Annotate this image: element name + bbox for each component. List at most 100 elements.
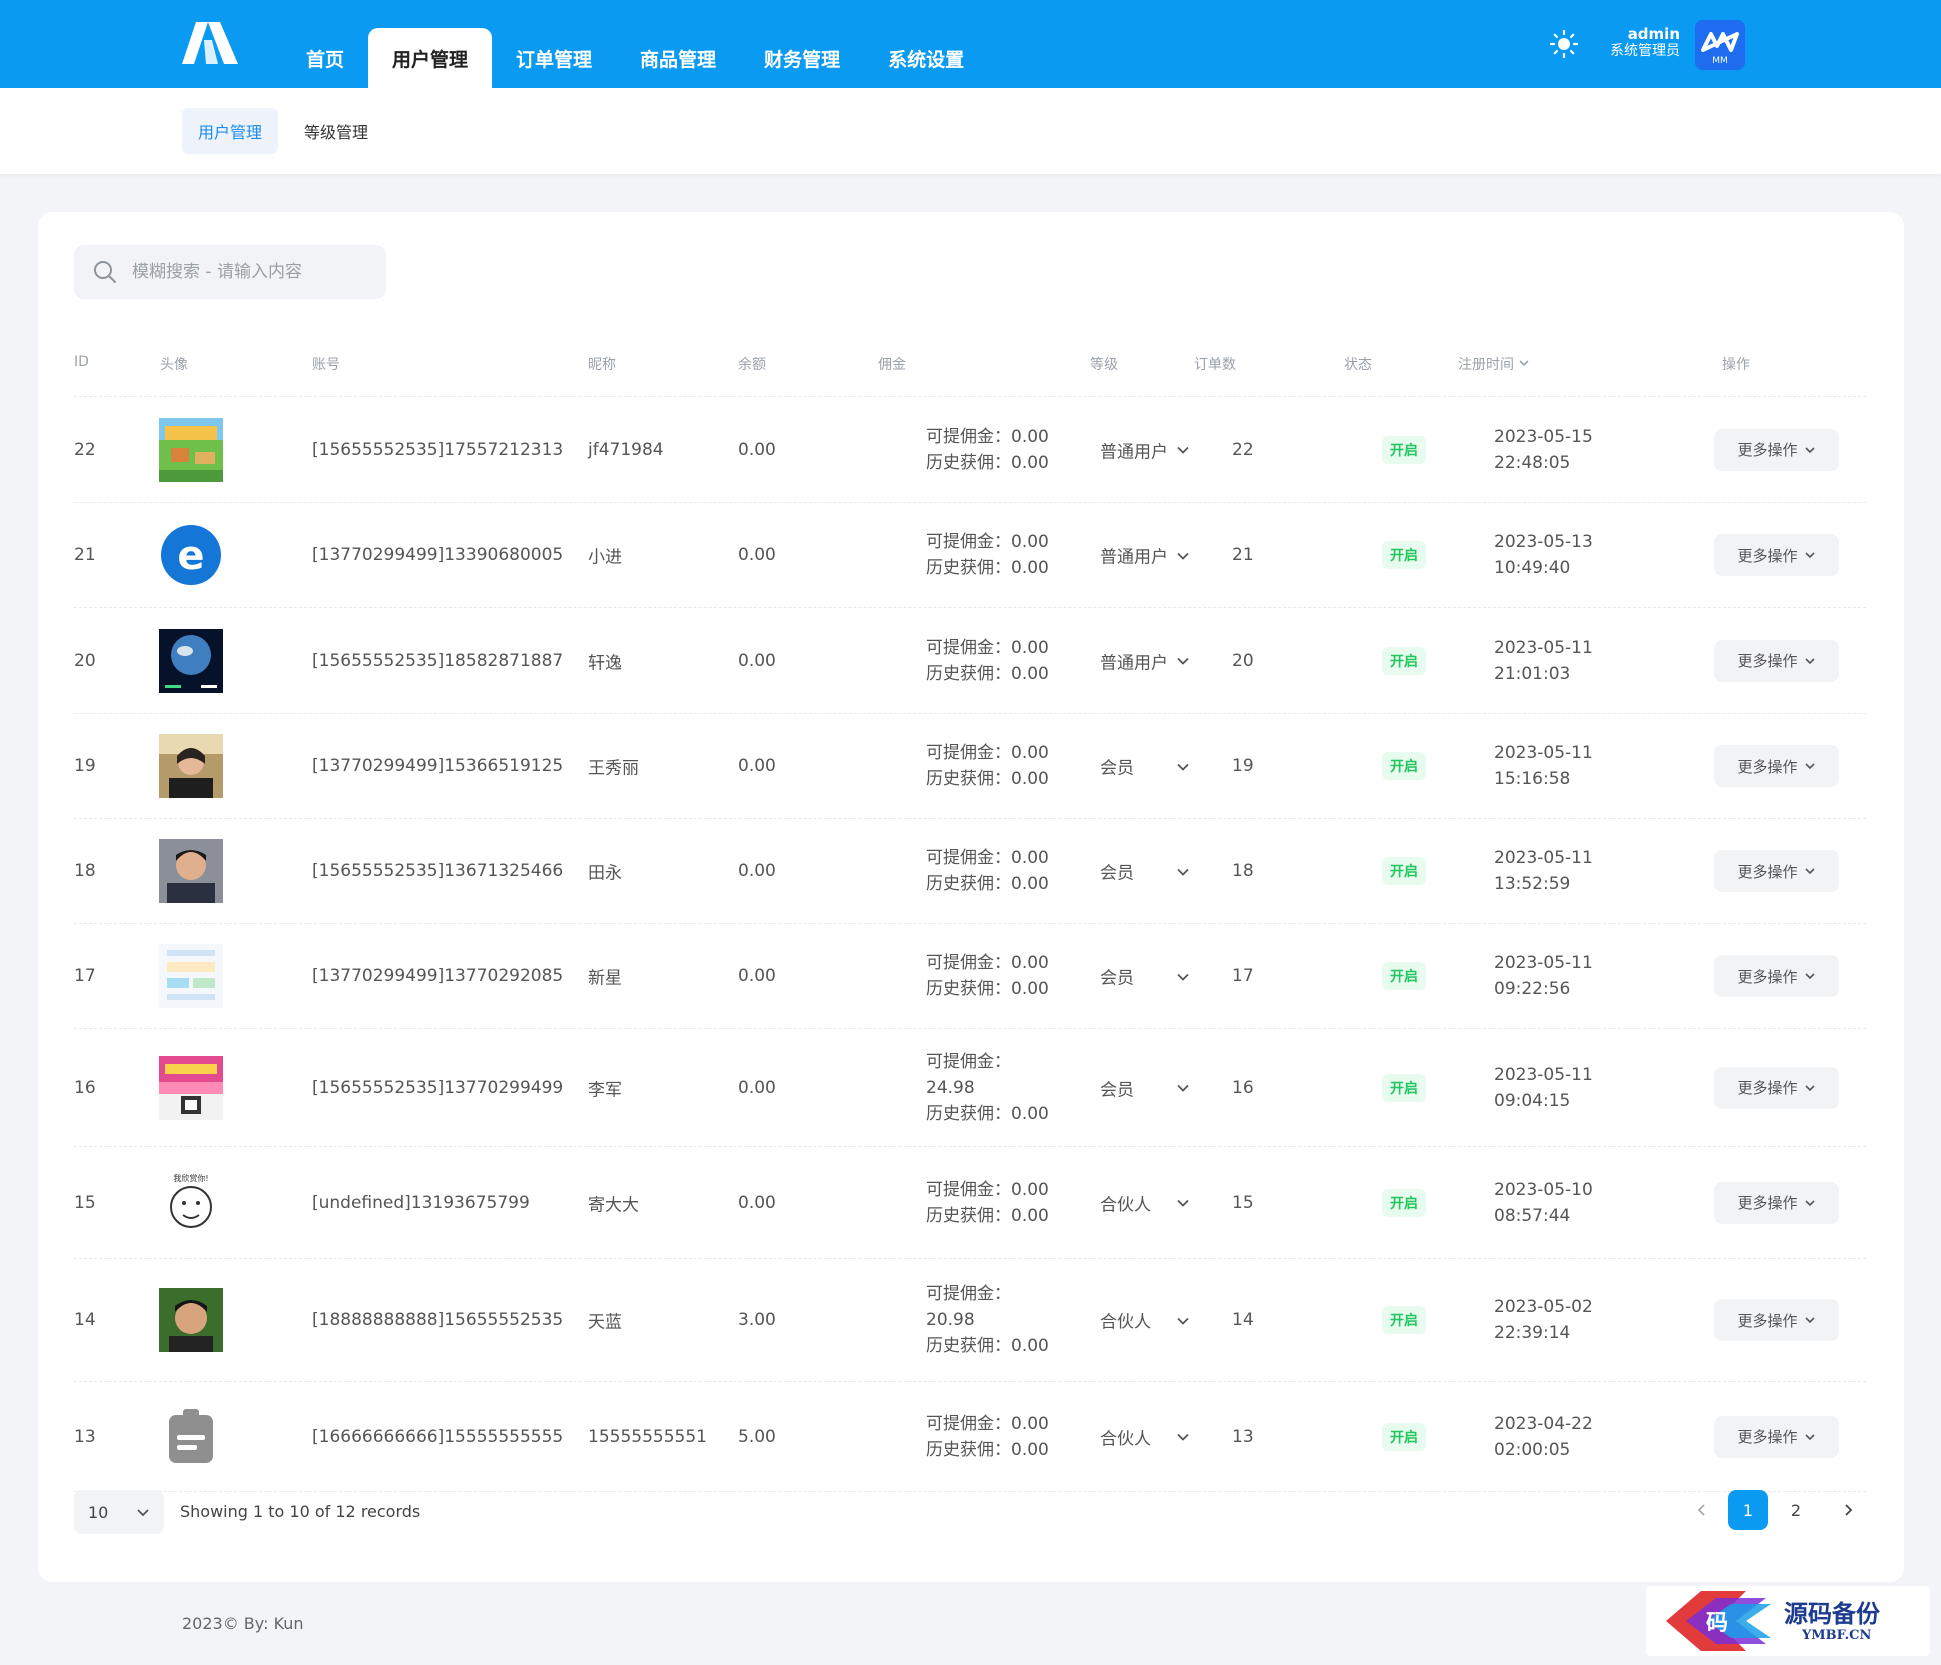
level-select[interactable]: 会员: [1100, 859, 1190, 884]
register-date-line: 2023-05-13: [1494, 532, 1593, 552]
more-actions-button[interactable]: 更多操作: [1714, 1299, 1839, 1341]
brand-logo-icon[interactable]: [182, 22, 238, 64]
nav-item-2[interactable]: 订单管理: [492, 28, 616, 88]
user-account: [18888888888]15655552535: [312, 1310, 564, 1330]
user-table-card: ID 头像 账号 昵称 余额 佣金 等级 订单数 状态 注册时间 操作 22 [1565555253…: [38, 212, 1904, 1582]
sort-chevron-down-icon[interactable]: [1518, 357, 1530, 369]
user-id: 13: [74, 1426, 96, 1447]
search-input[interactable]: [132, 262, 372, 282]
more-actions-label: 更多操作: [1737, 1194, 1798, 1212]
commission-line: 可提佣金：0.00: [926, 532, 1049, 552]
user-account: [16666666666]15555555555: [312, 1426, 564, 1447]
column-header-9[interactable]: 注册时间: [1458, 354, 1530, 374]
user-commission: 可提佣金：0.00 历史获佣：0.00: [926, 1177, 1066, 1229]
user-account: [15655552535]13770299499: [312, 1077, 564, 1098]
user-commission: 可提佣金： 20.98 历史获佣：0.00: [926, 1281, 1066, 1359]
subnav-level-management[interactable]: 等级管理: [288, 108, 384, 154]
subnav-user-management[interactable]: 用户管理: [182, 108, 279, 154]
level-select[interactable]: 合伙人: [1100, 1424, 1190, 1449]
user-avatar-meme-face[interactable]: 我欣赏你!: [159, 1170, 223, 1235]
register-clock-line: 21:01:03: [1494, 663, 1571, 684]
user-avatar-man-photo[interactable]: [159, 839, 223, 903]
user-avatar-default-avatar[interactable]: [159, 1404, 223, 1469]
nav-item-5[interactable]: 系统设置: [864, 28, 988, 88]
more-actions-button[interactable]: 更多操作: [1714, 428, 1839, 471]
table-row: 17 [13770299499]13770292085 新星 0.00 可提佣金：0.0…: [74, 924, 1866, 1029]
user-nickname: 田永: [588, 863, 622, 884]
user-avatar-screenshot-thumbnail[interactable]: [159, 944, 223, 1008]
nav-item-0[interactable]: 首页: [282, 28, 368, 88]
user-commission: 可提佣金：0.00 历史获佣：0.00: [926, 424, 1066, 476]
level-select[interactable]: 普通用户: [1100, 648, 1190, 673]
commission-line: 可提佣金：0.00: [926, 953, 1049, 973]
level-select[interactable]: 会员: [1100, 964, 1190, 989]
more-actions-button[interactable]: 更多操作: [1714, 955, 1839, 997]
user-avatar-game-thumbnail[interactable]: [159, 417, 223, 482]
watermark-emblem-icon: 码: [1666, 1591, 1771, 1651]
commission-line: 可提佣金：0.00: [926, 1413, 1049, 1434]
pagination-prev[interactable]: [1682, 1490, 1722, 1530]
column-header-2: 账号: [312, 354, 340, 374]
more-actions-button[interactable]: 更多操作: [1714, 1415, 1839, 1458]
column-header-7: 订单数: [1194, 354, 1236, 374]
user-nickname: 小进: [588, 547, 622, 568]
level-select[interactable]: 普通用户: [1100, 543, 1190, 568]
page-size-select[interactable]: 10: [74, 1490, 164, 1534]
search-box[interactable]: [74, 245, 386, 299]
commission-line: 历史获佣：0.00: [926, 663, 1049, 684]
nav-item-1[interactable]: 用户管理: [368, 28, 493, 88]
pagination-next[interactable]: [1828, 1490, 1868, 1530]
user-avatar-poster-thumbnail[interactable]: [159, 1055, 223, 1120]
chevron-down-icon: [1804, 552, 1815, 559]
user-commission: 可提佣金：0.00 历史获佣：0.00: [926, 950, 1066, 1002]
chevron-down-icon: [1804, 446, 1815, 453]
level-select[interactable]: 合伙人: [1100, 1190, 1190, 1215]
user-avatar-boy-photo[interactable]: [159, 1288, 223, 1352]
status-badge: 开启: [1382, 646, 1426, 675]
column-header-6: 等级: [1090, 354, 1118, 374]
user-balance: 0.00: [738, 545, 776, 565]
chevron-down-icon: [137, 1509, 149, 1517]
user-account: [13770299499]13390680005: [312, 545, 564, 565]
user-info[interactable]: admin 系统管理员: [1560, 26, 1680, 60]
status-badge: 开启: [1382, 857, 1426, 885]
user-id: 17: [74, 966, 96, 986]
user-avatar-earth-photo[interactable]: [159, 628, 223, 693]
user-avatar-woman-photo[interactable]: [159, 734, 223, 798]
main-nav: 首页 用户管理 订单管理 商品管理 财务管理 系统设置: [282, 28, 988, 88]
level-select[interactable]: 普通用户: [1100, 437, 1190, 462]
level-select[interactable]: 会员: [1100, 1075, 1190, 1100]
register-time: 2023-05-10 08:57:44: [1494, 1177, 1593, 1229]
svg-text:我欣赏你!: 我欣赏你!: [173, 1173, 208, 1183]
more-actions-button[interactable]: 更多操作: [1714, 850, 1839, 892]
register-clock-line: 13:52:59: [1494, 874, 1571, 894]
watermark-logo: 码 源码备份 YMBF.CN: [1646, 1586, 1930, 1656]
nav-item-3[interactable]: 商品管理: [616, 28, 740, 88]
user-nickname: 天蓝: [588, 1312, 622, 1333]
top-navbar: 首页 用户管理 订单管理 商品管理 财务管理 系统设置 admin 系统管理员 MM: [0, 0, 1941, 88]
user-avatar[interactable]: MM: [1695, 20, 1745, 70]
search-icon: [94, 261, 116, 283]
level-value: 会员: [1100, 863, 1134, 884]
more-actions-button[interactable]: 更多操作: [1714, 639, 1839, 682]
register-clock-line: 15:16:58: [1494, 769, 1571, 789]
user-nickname: 王秀丽: [588, 758, 639, 779]
more-actions-button[interactable]: 更多操作: [1714, 1181, 1839, 1224]
level-select[interactable]: 合伙人: [1100, 1308, 1190, 1333]
user-nickname: 15555555551: [588, 1426, 707, 1447]
more-actions-button[interactable]: 更多操作: [1714, 1066, 1839, 1109]
order-count: 22: [1232, 439, 1254, 460]
level-select[interactable]: 会员: [1100, 754, 1190, 779]
svg-text:e: e: [177, 533, 204, 579]
order-count: 15: [1232, 1192, 1254, 1213]
more-actions-button[interactable]: 更多操作: [1714, 745, 1839, 787]
pagination-page-1[interactable]: 1: [1728, 1490, 1768, 1530]
user-avatar-telecom-logo[interactable]: e: [159, 523, 223, 587]
level-value: 会员: [1100, 758, 1134, 779]
order-count: 20: [1232, 650, 1254, 671]
nav-item-4[interactable]: 财务管理: [740, 28, 864, 88]
more-actions-button[interactable]: 更多操作: [1714, 534, 1839, 576]
commission-line: 24.98: [926, 1077, 975, 1098]
pagination-page-2[interactable]: 2: [1776, 1490, 1816, 1530]
chevron-down-icon: [1177, 1317, 1189, 1325]
